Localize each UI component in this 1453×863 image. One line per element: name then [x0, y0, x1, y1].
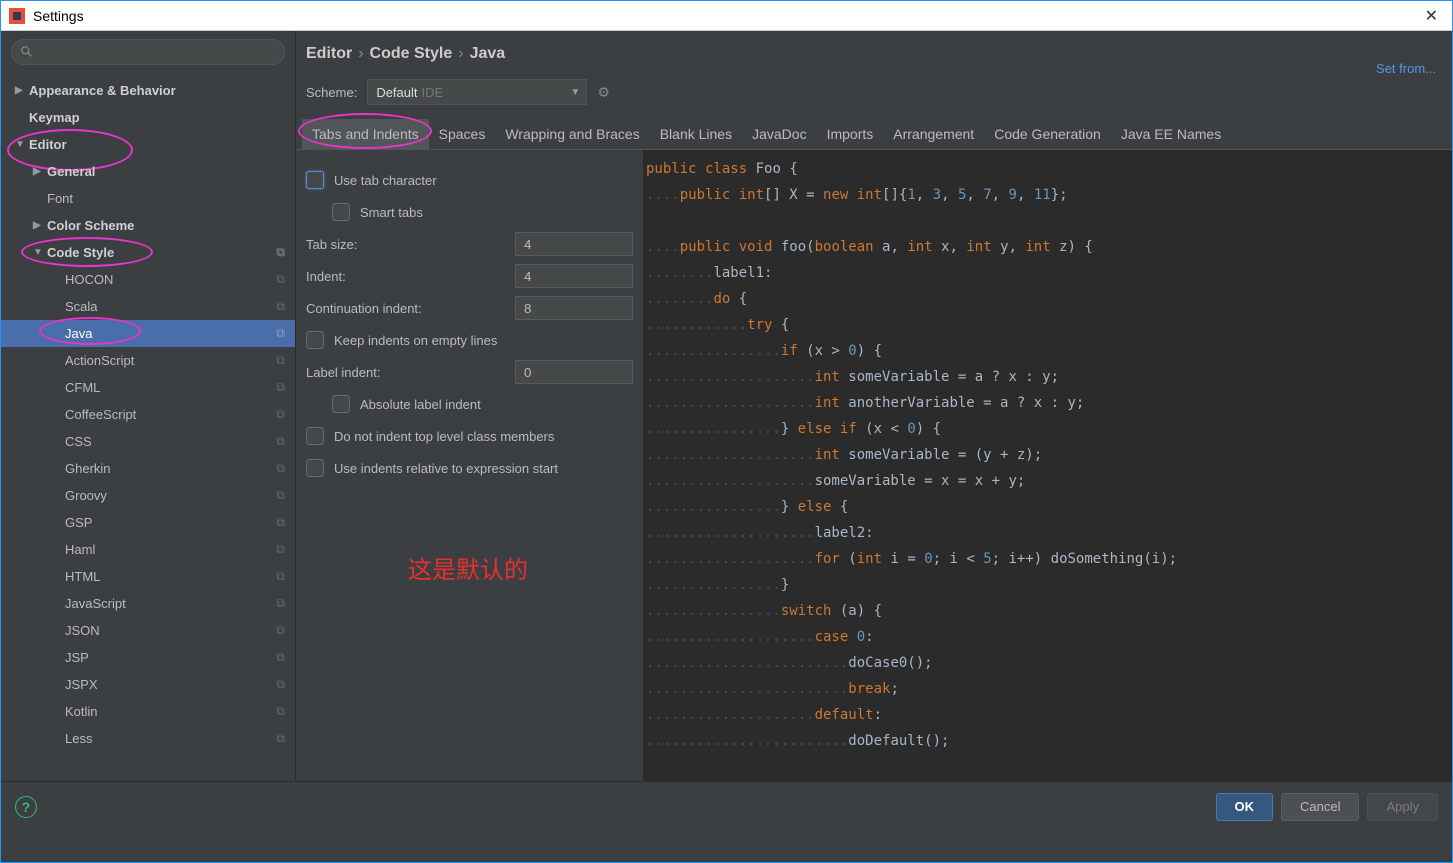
- tab-wrapping-and-braces[interactable]: Wrapping and Braces: [495, 119, 649, 149]
- tree-lang-json[interactable]: JSON⧉: [1, 617, 295, 644]
- tree-lang-haml[interactable]: Haml⧉: [1, 536, 295, 563]
- copy-icon: ⧉: [276, 569, 285, 584]
- code-preview: public class Foo { ....public int[] X = …: [644, 150, 1452, 781]
- copy-icon: ⧉: [276, 272, 285, 287]
- sidebar: ▶Appearance & Behavior Keymap ▼Editor ▶G…: [1, 31, 296, 781]
- chevron-down-icon: ▼: [570, 87, 580, 98]
- search-input[interactable]: [11, 39, 285, 65]
- copy-icon: ⧉: [276, 650, 285, 665]
- indent-input[interactable]: [515, 264, 633, 288]
- tree-lang-kotlin[interactable]: Kotlin⧉: [1, 698, 295, 725]
- absolute-label-label: Absolute label indent: [360, 397, 633, 412]
- tree-lang-javascript[interactable]: JavaScript⧉: [1, 590, 295, 617]
- copy-icon: ⧉: [276, 596, 285, 611]
- tree-keymap[interactable]: Keymap: [1, 104, 295, 131]
- tree-lang-css[interactable]: CSS⧉: [1, 428, 295, 455]
- scheme-label: Scheme:: [306, 85, 357, 100]
- tree-lang-less[interactable]: Less⧉: [1, 725, 295, 752]
- tab-imports[interactable]: Imports: [817, 119, 884, 149]
- keep-indents-checkbox[interactable]: [306, 331, 324, 349]
- tab-code-generation[interactable]: Code Generation: [984, 119, 1111, 149]
- tree-lang-html[interactable]: HTML⧉: [1, 563, 295, 590]
- search-icon: [20, 45, 34, 59]
- tree-lang-jspx[interactable]: JSPX⧉: [1, 671, 295, 698]
- tree-lang-jsp[interactable]: JSP⧉: [1, 644, 295, 671]
- tabs: Tabs and IndentsSpacesWrapping and Brace…: [296, 119, 1452, 150]
- keep-indents-label: Keep indents on empty lines: [334, 333, 633, 348]
- continuation-indent-input[interactable]: [515, 296, 633, 320]
- indent-options-form: Use tab character Smart tabs Tab size: I…: [296, 150, 644, 781]
- tree-lang-groovy[interactable]: Groovy⧉: [1, 482, 295, 509]
- close-icon[interactable]: ✕: [1419, 6, 1444, 26]
- tree-editor[interactable]: ▼Editor: [1, 131, 295, 158]
- copy-icon: ⧉: [276, 515, 285, 530]
- tree-general[interactable]: ▶General: [1, 158, 295, 185]
- breadcrumb-editor: Editor: [306, 45, 352, 63]
- tab-javadoc[interactable]: JavaDoc: [742, 119, 816, 149]
- tab-arrangement[interactable]: Arrangement: [883, 119, 984, 149]
- tree-lang-gsp[interactable]: GSP⧉: [1, 509, 295, 536]
- tab-spaces[interactable]: Spaces: [429, 119, 496, 149]
- copy-icon: ⧉: [276, 704, 285, 719]
- tab-tabs-and-indents[interactable]: Tabs and Indents: [302, 119, 429, 149]
- tree-lang-java[interactable]: Java⧉: [1, 320, 295, 347]
- scheme-select[interactable]: Default IDE ▼: [367, 79, 587, 105]
- copy-icon: ⧉: [276, 380, 285, 395]
- tab-java-ee-names[interactable]: Java EE Names: [1111, 119, 1231, 149]
- smart-tabs-checkbox[interactable]: [332, 203, 350, 221]
- titlebar: Settings ✕: [1, 1, 1452, 31]
- copy-icon: ⧉: [276, 488, 285, 503]
- copy-icon: ⧉: [276, 542, 285, 557]
- copy-icon: ⧉: [276, 245, 285, 260]
- continuation-indent-label: Continuation indent:: [306, 301, 515, 316]
- ok-button[interactable]: OK: [1216, 793, 1274, 821]
- copy-icon: ⧉: [276, 299, 285, 314]
- breadcrumb-codestyle: Code Style: [370, 45, 453, 63]
- tab-size-label: Tab size:: [306, 237, 515, 252]
- annotation-text: 这是默认的: [408, 550, 528, 585]
- tab-blank-lines[interactable]: Blank Lines: [650, 119, 742, 149]
- use-tab-label: Use tab character: [334, 173, 633, 188]
- indent-label: Indent:: [306, 269, 515, 284]
- copy-icon: ⧉: [276, 731, 285, 746]
- relative-expr-label: Use indents relative to expression start: [334, 461, 633, 476]
- tab-size-input[interactable]: [515, 232, 633, 256]
- help-icon[interactable]: ?: [15, 796, 37, 818]
- bottom-bar: ? OK Cancel Apply: [1, 781, 1452, 831]
- copy-icon: ⧉: [276, 623, 285, 638]
- absolute-label-checkbox[interactable]: [332, 395, 350, 413]
- tree-lang-actionscript[interactable]: ActionScript⧉: [1, 347, 295, 374]
- copy-icon: ⧉: [276, 434, 285, 449]
- tree-color-scheme[interactable]: ▶Color Scheme: [1, 212, 295, 239]
- use-tab-checkbox[interactable]: [306, 171, 324, 189]
- tree-code-style[interactable]: ▼Code Style⧉: [1, 239, 295, 266]
- gear-icon[interactable]: ⚙: [597, 84, 610, 101]
- window-title: Settings: [33, 8, 1419, 24]
- breadcrumb: Editor › Code Style › Java: [296, 31, 1376, 75]
- tree-lang-gherkin[interactable]: Gherkin⧉: [1, 455, 295, 482]
- tree-appearance[interactable]: ▶Appearance & Behavior: [1, 77, 295, 104]
- app-icon: [9, 8, 25, 24]
- copy-icon: ⧉: [276, 353, 285, 368]
- smart-tabs-label: Smart tabs: [360, 205, 633, 220]
- tree-font[interactable]: Font: [1, 185, 295, 212]
- copy-icon: ⧉: [276, 326, 285, 341]
- copy-icon: ⧉: [276, 677, 285, 692]
- tree-lang-coffeescript[interactable]: CoffeeScript⧉: [1, 401, 295, 428]
- cancel-button[interactable]: Cancel: [1281, 793, 1359, 821]
- tree-lang-hocon[interactable]: HOCON⧉: [1, 266, 295, 293]
- apply-button[interactable]: Apply: [1367, 793, 1438, 821]
- settings-tree: ▶Appearance & Behavior Keymap ▼Editor ▶G…: [1, 73, 295, 781]
- no-top-indent-label: Do not indent top level class members: [334, 429, 633, 444]
- label-indent-label: Label indent:: [306, 365, 515, 380]
- relative-expr-checkbox[interactable]: [306, 459, 324, 477]
- breadcrumb-java: Java: [470, 45, 506, 63]
- copy-icon: ⧉: [276, 407, 285, 422]
- tree-lang-cfml[interactable]: CFML⧉: [1, 374, 295, 401]
- set-from-link[interactable]: Set from...: [1376, 61, 1452, 76]
- no-top-indent-checkbox[interactable]: [306, 427, 324, 445]
- tree-lang-scala[interactable]: Scala⧉: [1, 293, 295, 320]
- copy-icon: ⧉: [276, 461, 285, 476]
- label-indent-input[interactable]: [515, 360, 633, 384]
